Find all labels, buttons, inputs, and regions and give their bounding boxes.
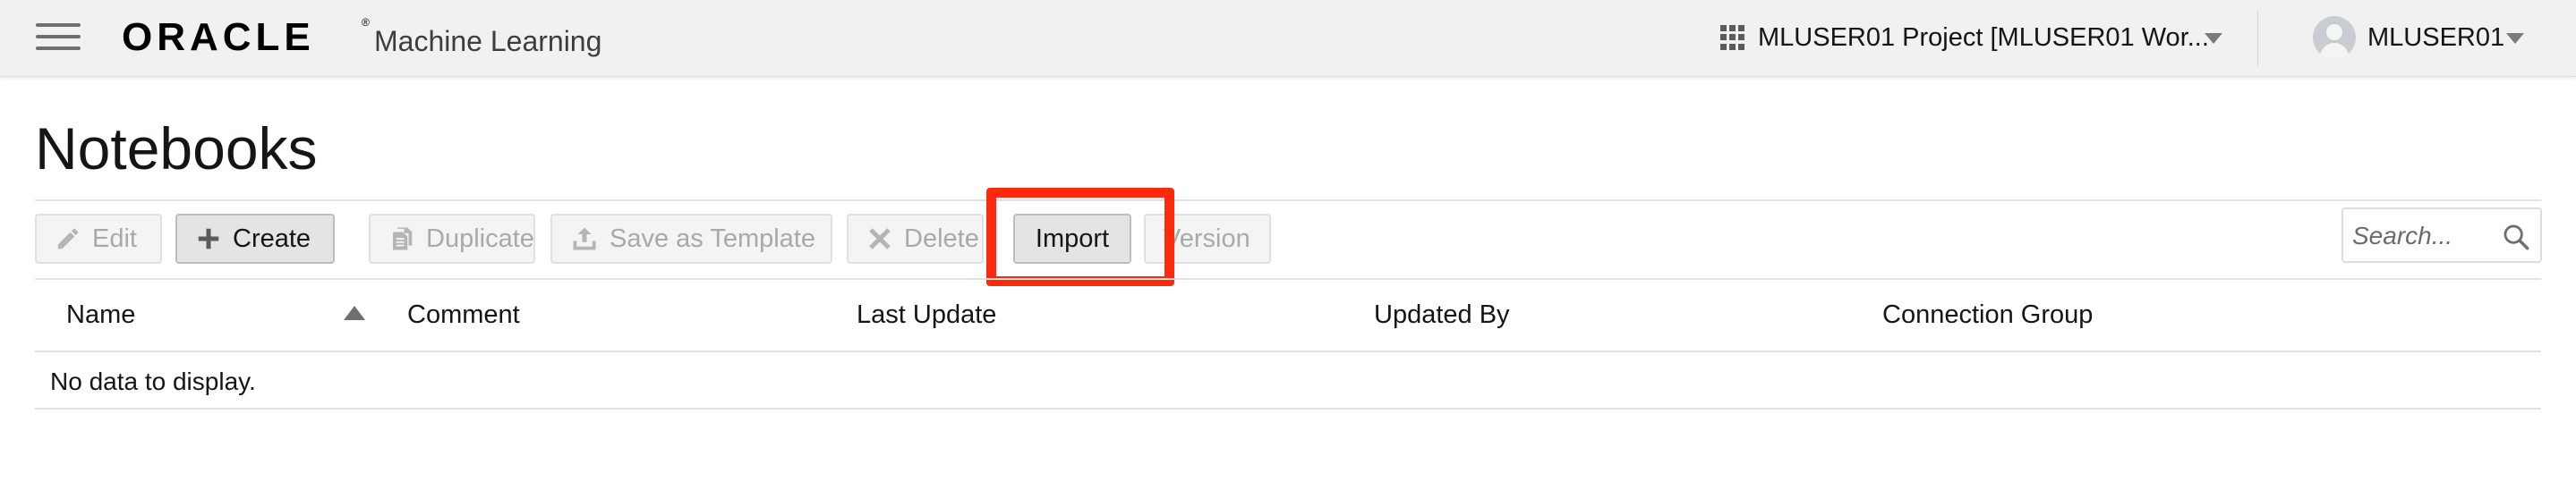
divider	[35, 199, 2541, 201]
sort-ascending-icon[interactable]	[344, 306, 365, 320]
pencil-icon	[57, 228, 79, 249]
column-header-last-update[interactable]: Last Update	[857, 299, 996, 331]
search-icon[interactable]	[2501, 222, 2531, 252]
search-input[interactable]	[2350, 216, 2494, 256]
delete-button[interactable]: Delete	[847, 214, 984, 264]
column-header-connection-group[interactable]: Connection Group	[1882, 299, 2093, 331]
product-name: Machine Learning	[374, 25, 602, 57]
search-field[interactable]	[2341, 207, 2542, 263]
import-label: Import	[1035, 224, 1110, 253]
hamburger-menu-icon[interactable]	[36, 21, 81, 52]
header-divider	[2257, 11, 2258, 66]
project-selector[interactable]: MLUSER01 Project [MLUSER01 Wor...	[1758, 22, 2209, 53]
chevron-down-icon[interactable]	[2205, 33, 2222, 44]
page-title: Notebooks	[35, 115, 318, 182]
grid-apps-icon[interactable]	[1720, 25, 1745, 50]
chevron-down-icon[interactable]	[2506, 33, 2524, 44]
empty-table-message: No data to display.	[50, 368, 256, 395]
oracle-logo: ORACLE	[122, 15, 315, 59]
close-icon	[869, 228, 891, 249]
upload-icon	[573, 227, 596, 250]
import-button[interactable]: Import	[1013, 214, 1131, 264]
version-label: Version	[1164, 224, 1250, 253]
divider	[35, 408, 2541, 410]
column-header-comment[interactable]: Comment	[407, 299, 520, 331]
column-header-name[interactable]: Name	[66, 299, 135, 331]
duplicate-button[interactable]: Duplicate	[369, 214, 535, 264]
copy-icon	[393, 227, 413, 250]
version-button[interactable]: Version	[1144, 214, 1271, 264]
create-button[interactable]: Create	[175, 214, 335, 264]
avatar[interactable]	[2313, 16, 2356, 59]
save-as-template-button[interactable]: Save as Template	[550, 214, 832, 264]
registered-mark: ®	[362, 16, 370, 29]
delete-label: Delete	[904, 224, 979, 253]
save-as-template-label: Save as Template	[610, 224, 815, 253]
column-header-updated-by[interactable]: Updated By	[1374, 299, 1510, 331]
top-bar: ORACLE ® Machine Learning MLUSER01 Proje…	[0, 0, 2576, 77]
divider	[35, 278, 2541, 280]
create-label: Create	[233, 224, 311, 253]
edit-button[interactable]: Edit	[35, 214, 162, 264]
edit-label: Edit	[92, 224, 137, 253]
divider	[35, 351, 2541, 352]
plus-icon	[198, 228, 219, 249]
duplicate-label: Duplicate	[426, 224, 534, 253]
user-menu[interactable]: MLUSER01	[2367, 22, 2504, 53]
